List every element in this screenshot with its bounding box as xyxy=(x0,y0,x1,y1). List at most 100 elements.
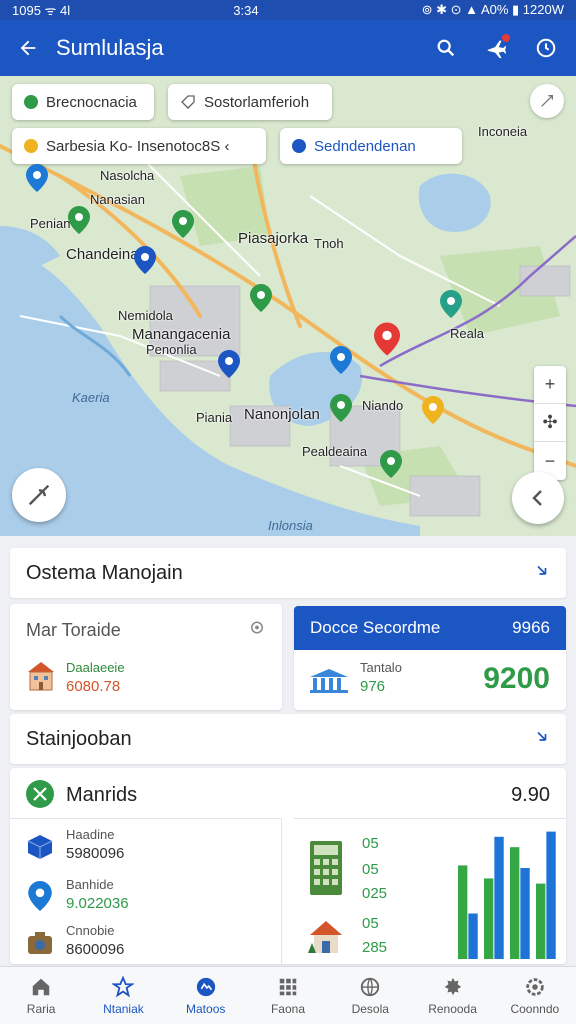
nav-item-raria[interactable]: Raria xyxy=(0,967,82,1024)
bar-chart xyxy=(458,831,556,959)
nav-item-ntaniak[interactable]: Ntaniak xyxy=(82,967,164,1024)
calculator-icon xyxy=(310,841,342,895)
yellow-dot-icon xyxy=(24,139,38,153)
section-title: Ostema Manojain xyxy=(26,561,183,584)
list-value: 05 xyxy=(362,861,379,878)
card-header: Docce Secordme 9966 xyxy=(294,606,566,650)
map-label: Niando xyxy=(362,398,404,413)
map-pin-icon[interactable] xyxy=(440,290,462,318)
card-manrids: Manrids 9.90 Haadine 5980096 Banhide 9.0… xyxy=(10,768,566,964)
collapse-panel-button[interactable] xyxy=(512,472,564,524)
card-mar[interactable]: Mar Toraide Daalaeeie 6080.78 xyxy=(10,604,282,710)
nav-label: Matoos xyxy=(186,1001,226,1016)
star-icon xyxy=(112,975,135,997)
map-label: Penonlia xyxy=(146,342,197,357)
map-label: Nemidola xyxy=(118,308,173,323)
nav-item-faona[interactable]: Faona xyxy=(247,967,329,1024)
recenter-button[interactable]: ✣ xyxy=(534,404,566,442)
back-button[interactable] xyxy=(0,20,56,76)
section-header-sistem[interactable]: Ostema Manojain xyxy=(10,548,566,598)
house-icon xyxy=(308,921,342,953)
home-icon xyxy=(32,978,50,995)
map-pin-icon[interactable] xyxy=(68,206,90,234)
list-value: 05 xyxy=(362,915,379,932)
map-pin-icon[interactable] xyxy=(330,346,352,374)
nav-item-coonndo[interactable]: Coonndo xyxy=(494,967,576,1024)
layers-off-button[interactable] xyxy=(12,468,66,522)
chevron-down-icon xyxy=(532,562,550,585)
section-title: Stainjooban xyxy=(26,727,132,750)
notification-dot xyxy=(502,34,510,42)
chart-bar-blue-c xyxy=(520,868,530,959)
map-pin-icon[interactable] xyxy=(134,246,156,274)
bank-icon xyxy=(310,669,348,693)
filter-chip-1[interactable]: Brecnocnacia xyxy=(12,84,154,120)
map-label: Nasolcha xyxy=(100,168,155,183)
map-pin-icon[interactable] xyxy=(422,396,444,424)
status-time: 3:34 xyxy=(233,2,259,18)
filter-chip-3[interactable]: Sarbesia Ko- Insenotoc8S ‹ xyxy=(12,128,266,164)
map-pin-icon[interactable] xyxy=(172,210,194,238)
map-pin-icon[interactable] xyxy=(330,394,352,422)
card-doce[interactable]: Docce Secordme 9966 Tantalo 976 9200 xyxy=(294,606,566,710)
map-label: Reala xyxy=(450,326,484,341)
list-item-value: 8600096 xyxy=(66,941,125,958)
clock-icon xyxy=(536,38,556,58)
settings-icon xyxy=(444,977,461,995)
chart-bar-blue-a xyxy=(468,913,478,959)
chart-bar-green-d xyxy=(536,883,546,959)
camera-icon xyxy=(28,932,52,954)
timer-button[interactable] xyxy=(532,34,560,62)
nav-label: Desola xyxy=(351,1001,389,1016)
map-icon xyxy=(196,977,215,996)
card-header-value: 9966 xyxy=(512,618,550,637)
chevron-down-icon xyxy=(532,728,550,751)
compass-icon xyxy=(541,95,553,107)
box-icon xyxy=(27,835,53,859)
chart-panel: 05 05 025 05 285 xyxy=(294,818,566,964)
nav-item-renooda[interactable]: Renooda xyxy=(411,967,493,1024)
card-title: Manrids xyxy=(66,784,138,806)
compass-button[interactable] xyxy=(530,84,564,118)
card-value: 6080.78 xyxy=(66,678,121,695)
chip-label: Sostorlamferioh xyxy=(204,93,310,111)
search-icon xyxy=(437,39,455,57)
map-pin-icon[interactable] xyxy=(26,164,48,192)
chart-bar-blue-d xyxy=(546,831,556,959)
filter-chip-2[interactable]: Sostorlamferioh xyxy=(168,84,332,120)
selected-pin-icon[interactable] xyxy=(374,322,400,356)
map-pin-icon[interactable] xyxy=(250,284,272,312)
map-label: Pealdeaina xyxy=(302,444,368,459)
map-label: Kaeria xyxy=(72,390,110,405)
section-header-stainjooban[interactable]: Stainjooban xyxy=(10,714,566,764)
blue-dot-icon xyxy=(292,139,306,153)
filter-chip-4[interactable]: Sedndendenan xyxy=(280,128,462,164)
search-button[interactable] xyxy=(432,34,460,62)
flight-button[interactable] xyxy=(482,34,510,62)
building-icon xyxy=(28,662,54,691)
app-title: Sumlulasja xyxy=(56,35,164,60)
bottom-nav: Raria Ntaniak Matoos Faona Desola Renood… xyxy=(0,966,576,1024)
card-title: Mar Toraide xyxy=(26,620,121,640)
card-header-title: Docce Secordme xyxy=(310,618,441,637)
map-view[interactable]: Brecnocnacia Sostorlamferioh Sarbesia Ko… xyxy=(0,76,576,536)
tag-icon xyxy=(181,95,195,109)
nav-label: Faona xyxy=(270,1001,305,1016)
card-value: 9.90 xyxy=(511,784,550,806)
status-right: ⊚ ✱ ⊙ ▲ A0% ▮ 1220W xyxy=(421,2,564,17)
map-pin-icon[interactable] xyxy=(380,450,402,478)
chip-label: Sedndendenan xyxy=(314,137,416,155)
nav-label: Ntaniak xyxy=(103,1001,144,1016)
nav-item-matoos[interactable]: Matoos xyxy=(165,967,247,1024)
map-label: Inlonsia xyxy=(268,518,313,533)
nav-item-desola[interactable]: Desola xyxy=(329,967,411,1024)
zoom-in-button[interactable]: + xyxy=(534,366,566,404)
map-label: Nanasian xyxy=(90,192,145,207)
list-panel: Haadine 5980096 Banhide 9.022036 Cnnobie… xyxy=(10,818,282,964)
nav-label: Coonndo xyxy=(510,1001,560,1016)
map-pin-icon[interactable] xyxy=(218,350,240,378)
arrow-left-icon xyxy=(20,40,36,56)
card-sub-value: 976 xyxy=(360,678,386,695)
status-bar: 1095 ᯤ 4l 3:34 ⊚ ✱ ⊙ ▲ A0% ▮ 1220W xyxy=(0,0,576,20)
grid-icon xyxy=(279,978,297,995)
